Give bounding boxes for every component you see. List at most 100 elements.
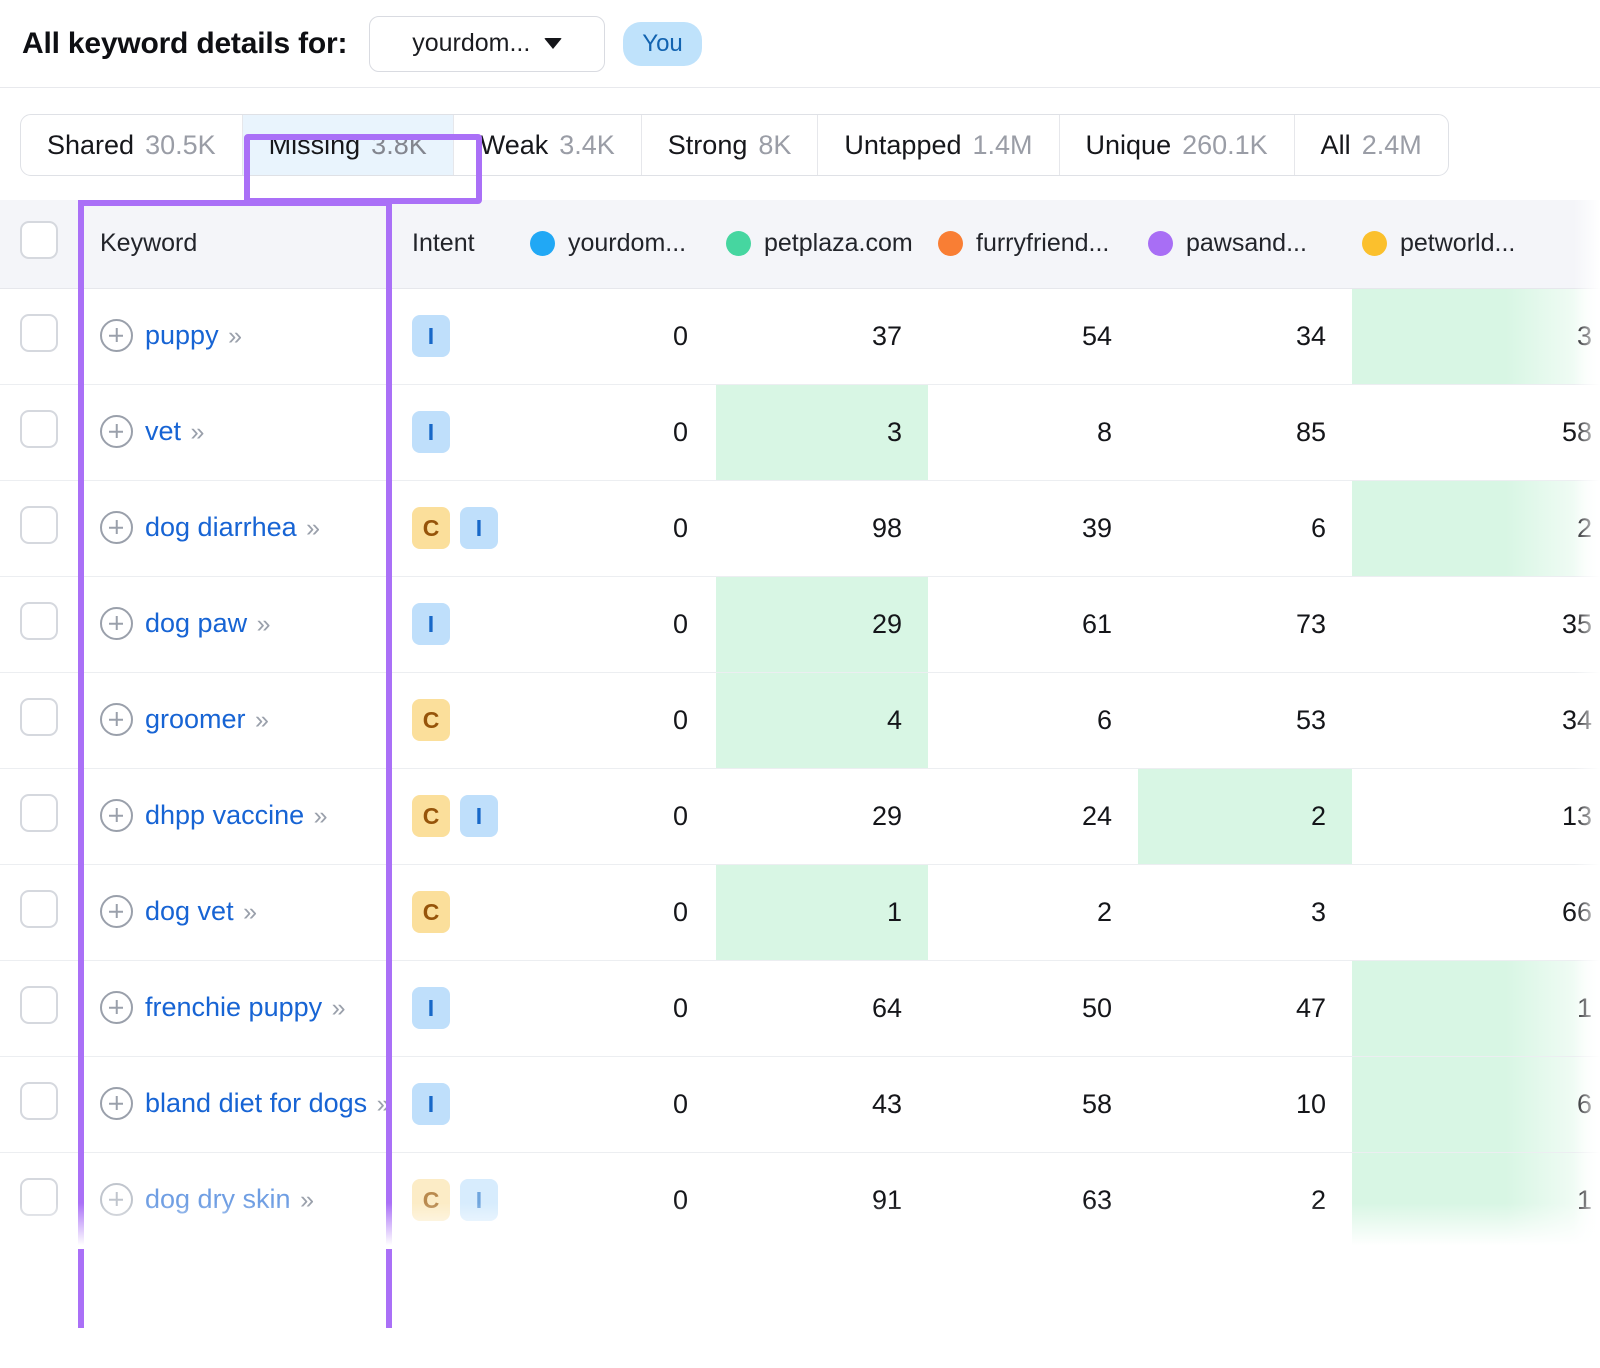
table-row[interactable]: groomer »C0465334 (0, 672, 1600, 768)
intent-badge-i[interactable]: I (412, 987, 450, 1029)
keyword-link[interactable]: dog dry skin » (145, 1179, 311, 1221)
intent-badge-i[interactable]: I (460, 507, 498, 549)
plus-circle-icon[interactable] (100, 895, 133, 928)
intent-badge-c[interactable]: C (412, 795, 450, 837)
double-chevron-right-icon[interactable]: » (330, 994, 343, 1022)
column-header-intent[interactable]: Intent (400, 200, 520, 288)
row-checkbox[interactable] (20, 410, 58, 448)
domain-select[interactable]: yourdom... (369, 16, 605, 72)
table-row[interactable]: dog vet »C012366 (0, 864, 1600, 960)
domain-rank-cell-4: 58 (1352, 384, 1600, 480)
column-header-domain-2[interactable]: furryfriend... (928, 200, 1138, 288)
plus-circle-icon[interactable] (100, 991, 133, 1024)
table-row[interactable]: dog diarrhea »CI0983962 (0, 480, 1600, 576)
row-checkbox[interactable] (20, 794, 58, 832)
filter-tab-untapped[interactable]: Untapped1.4M (818, 115, 1059, 175)
double-chevron-right-icon[interactable]: » (312, 802, 325, 830)
double-chevron-right-icon[interactable]: » (375, 1090, 388, 1118)
row-checkbox[interactable] (20, 314, 58, 352)
plus-circle-icon[interactable] (100, 799, 133, 832)
double-chevron-right-icon[interactable]: » (241, 898, 254, 926)
keyword-link[interactable]: dhpp vaccine » (145, 795, 325, 837)
double-chevron-right-icon[interactable]: » (304, 514, 317, 542)
filter-tabs: Shared30.5KMissing3.8KWeak3.4KStrong8KUn… (20, 114, 1449, 176)
double-chevron-right-icon[interactable]: » (255, 610, 268, 638)
column-header-domain-0[interactable]: yourdom... (520, 200, 716, 288)
keyword-link[interactable]: puppy » (145, 315, 239, 357)
row-checkbox[interactable] (20, 602, 58, 640)
you-badge: You (623, 22, 702, 66)
intent-badge-i[interactable]: I (412, 1083, 450, 1125)
filter-tab-missing[interactable]: Missing3.8K (243, 115, 454, 175)
intent-badge-c[interactable]: C (412, 891, 450, 933)
table-row[interactable]: puppy »I03754343 (0, 288, 1600, 384)
column-header-domain-4[interactable]: petworld... (1352, 200, 1600, 288)
domain-rank-cell-4: 6 (1352, 1056, 1600, 1152)
row-checkbox[interactable] (20, 986, 58, 1024)
intent-badge-i[interactable]: I (412, 411, 450, 453)
table-row[interactable]: bland diet for dogs »I04358106 (0, 1056, 1600, 1152)
row-checkbox[interactable] (20, 506, 58, 544)
row-select-cell (0, 960, 78, 1056)
domain-rank-cell-0: 0 (520, 288, 716, 384)
plus-circle-icon[interactable] (100, 1087, 133, 1120)
row-checkbox[interactable] (20, 1178, 58, 1216)
intent-badge-i[interactable]: I (412, 315, 450, 357)
intent-badge-c[interactable]: C (412, 699, 450, 741)
domain-rank-cell-3: 47 (1138, 960, 1352, 1056)
column-header-domain-2-label: furryfriend... (976, 229, 1109, 258)
row-checkbox[interactable] (20, 890, 58, 928)
domain-rank-cell-0: 0 (520, 384, 716, 480)
column-header-domain-1[interactable]: petplaza.com (716, 200, 928, 288)
keyword-cell: puppy » (78, 288, 400, 384)
plus-circle-icon[interactable] (100, 415, 133, 448)
intent-badge-i[interactable]: I (460, 1179, 498, 1221)
intent-badge-c[interactable]: C (412, 1179, 450, 1221)
keyword-link[interactable]: dog paw » (145, 603, 268, 645)
domain-rank-cell-3: 2 (1138, 1152, 1352, 1248)
table-row[interactable]: dog paw »I029617335 (0, 576, 1600, 672)
filter-tab-weak[interactable]: Weak3.4K (454, 115, 642, 175)
keyword-link[interactable]: groomer » (145, 699, 266, 741)
row-checkbox[interactable] (20, 698, 58, 736)
double-chevron-right-icon[interactable]: » (253, 706, 266, 734)
keyword-link[interactable]: vet » (145, 411, 201, 453)
domain-rank-cell-4: 35 (1352, 576, 1600, 672)
table-row[interactable]: vet »I0388558 (0, 384, 1600, 480)
filter-tab-strong[interactable]: Strong8K (642, 115, 819, 175)
intent-badge-i[interactable]: I (412, 603, 450, 645)
domain-rank-cell-1: 29 (716, 576, 928, 672)
select-all-checkbox[interactable] (20, 221, 58, 259)
row-select-cell (0, 864, 78, 960)
double-chevron-right-icon[interactable]: » (298, 1186, 311, 1214)
filter-tab-all[interactable]: All2.4M (1295, 115, 1448, 175)
keyword-link[interactable]: dog vet » (145, 891, 254, 933)
column-header-keyword[interactable]: Keyword (78, 200, 400, 288)
plus-circle-icon[interactable] (100, 607, 133, 640)
plus-circle-icon[interactable] (100, 319, 133, 352)
double-chevron-right-icon[interactable]: » (226, 322, 239, 350)
filter-tab-shared[interactable]: Shared30.5K (21, 115, 243, 175)
intent-badge-c[interactable]: C (412, 507, 450, 549)
intent-cell: CI (400, 768, 520, 864)
domain-rank-cell-2: 61 (928, 576, 1138, 672)
table-row[interactable]: frenchie puppy »I06450471 (0, 960, 1600, 1056)
intent-badge-i[interactable]: I (460, 795, 498, 837)
keyword-link[interactable]: dog diarrhea » (145, 507, 317, 549)
column-header-domain-3[interactable]: pawsand... (1138, 200, 1352, 288)
double-chevron-right-icon[interactable]: » (189, 418, 202, 446)
table-row[interactable]: dog dry skin »CI0916321 (0, 1152, 1600, 1248)
plus-circle-icon[interactable] (100, 1183, 133, 1216)
plus-circle-icon[interactable] (100, 511, 133, 544)
page-header: All keyword details for: yourdom... You (0, 0, 1600, 88)
domain-select-value: yourdom... (412, 29, 530, 58)
filter-tab-unique[interactable]: Unique260.1K (1060, 115, 1295, 175)
keyword-cell: dog dry skin » (78, 1152, 400, 1248)
keyword-link[interactable]: bland diet for dogs » (145, 1083, 388, 1125)
table-header-row: Keyword Intent yourdom... petplaza.com (0, 200, 1600, 288)
plus-circle-icon[interactable] (100, 703, 133, 736)
table-row[interactable]: dhpp vaccine »CI02924213 (0, 768, 1600, 864)
row-select-cell (0, 480, 78, 576)
keyword-link[interactable]: frenchie puppy » (145, 987, 343, 1029)
row-checkbox[interactable] (20, 1082, 58, 1120)
